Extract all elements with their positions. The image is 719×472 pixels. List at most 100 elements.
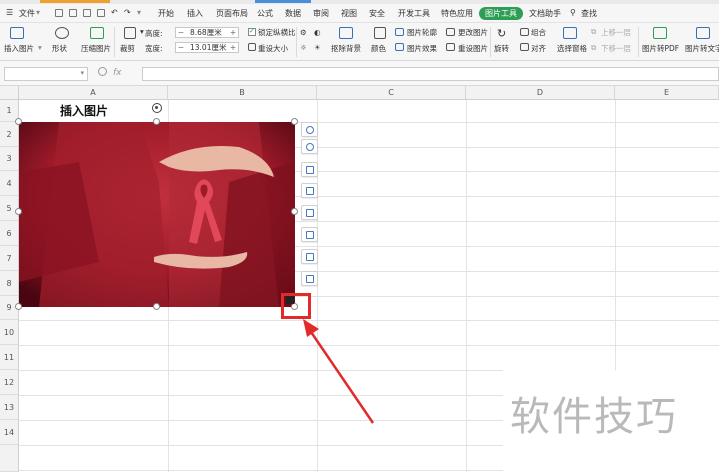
compress-button[interactable]: 压缩图片 [81,43,111,54]
effects-icon[interactable] [395,43,404,51]
height-value[interactable]: 8.68厘米 [190,28,222,38]
tab-page-layout[interactable]: 页面布局 [216,8,248,19]
resize-handle-top-right[interactable] [291,118,298,125]
doc-tab-marker-2[interactable] [255,0,311,3]
width-value[interactable]: 13.01厘米 [190,43,226,53]
lock-ratio-checkbox[interactable] [248,27,256,36]
print-icon[interactable] [83,9,91,17]
effects-button[interactable]: 图片效果 [407,43,437,54]
row-header-12[interactable]: 12 [0,370,19,395]
inserted-picture[interactable] [19,122,295,307]
tab-doc-assistant[interactable]: 文档助手 [529,8,561,19]
undo-icon[interactable]: ↶ [111,8,118,17]
outline-icon[interactable] [395,28,404,36]
chevron-down-icon[interactable]: ▾ [36,8,40,17]
width-field[interactable]: − 13.01厘米 + [175,42,239,53]
reset-picture-icon[interactable] [446,43,455,51]
tab-review[interactable]: 审阅 [313,8,329,19]
tab-special[interactable]: 特色应用 [441,8,473,19]
hamburger-icon[interactable]: ☰ [6,8,13,17]
crop-icon[interactable] [124,27,136,39]
fill-handle-icon[interactable] [286,296,294,304]
fx-icon[interactable]: fx [113,68,122,78]
group-button[interactable]: 组合 [531,27,546,38]
selection-pane-button[interactable]: 选择窗格 [557,43,587,54]
to-text-icon[interactable] [696,27,710,39]
resize-handle-bottom[interactable] [153,303,160,310]
insert-picture-icon[interactable] [10,27,24,39]
row-header-11[interactable]: 11 [0,345,19,370]
column-header-a[interactable]: A [19,86,168,100]
shape-icon[interactable] [55,27,69,39]
chevron-down-icon[interactable]: ▾ [38,43,42,52]
tab-home[interactable]: 开始 [158,8,174,19]
align-icon[interactable] [520,43,529,51]
reset-size-button[interactable]: 重设大小 [258,43,288,54]
resize-handle-bottom-left[interactable] [15,303,22,310]
select-all-corner[interactable] [0,86,19,100]
change-picture-button[interactable]: 更改图片 [458,27,488,38]
chevron-down-icon[interactable]: ▾ [80,69,84,77]
search-label[interactable]: 查找 [581,8,597,19]
bring-forward-button[interactable]: 上移一层 [601,27,631,38]
group-icon[interactable] [520,28,529,36]
preview-icon[interactable] [97,9,105,17]
column-header-e[interactable]: E [615,86,719,100]
tab-picture-tools[interactable]: 图片工具 [479,7,523,20]
change-picture-icon[interactable] [446,28,455,36]
remove-bg-icon[interactable] [339,27,353,39]
tab-formula[interactable]: 公式 [257,8,273,19]
to-pdf-button[interactable]: 图片转PDF [642,43,679,54]
menu-file[interactable]: 文件 [19,8,35,19]
tab-insert[interactable]: 插入 [187,8,203,19]
resize-handle-top[interactable] [153,118,160,125]
zoom-icon[interactable] [98,67,107,76]
rotate-icon[interactable]: ↻ [497,27,506,40]
crop-dropdown-icon[interactable]: ▾ [140,27,144,36]
shape-button[interactable]: 形状 [52,43,67,54]
insert-picture-button[interactable]: 插入图片 [4,43,34,54]
save-icon[interactable] [55,9,63,17]
column-header-d[interactable]: D [466,86,615,100]
remove-bg-quick-button[interactable] [301,162,318,177]
selection-pane-icon[interactable] [563,27,577,39]
width-increment[interactable]: + [228,43,238,53]
search-icon[interactable]: ⚲ [570,8,576,17]
column-header-b[interactable]: B [168,86,317,100]
row-header-14[interactable]: 14 [0,420,19,445]
reset-picture-button[interactable]: 重设图片 [458,43,488,54]
resize-handle-left[interactable] [15,208,22,215]
outline-button[interactable]: 图片轮廓 [407,27,437,38]
tab-developer[interactable]: 开发工具 [398,8,430,19]
formula-input[interactable] [142,67,719,81]
lock-ratio-label[interactable]: 锁定纵横比 [258,27,296,38]
bring-forward-icon[interactable]: ⧉ [591,27,596,37]
crop-quick-button[interactable] [301,183,318,198]
row-header-4[interactable]: 4 [0,171,19,196]
row-header-10[interactable]: 10 [0,320,19,345]
column-header-c[interactable]: C [317,86,466,100]
row-header-3[interactable]: 3 [0,147,19,171]
zoom-picture-button[interactable] [301,139,318,154]
to-pdf-icon[interactable] [653,27,667,39]
adjust-icon[interactable]: ⚙ [300,28,307,37]
align-button[interactable]: 对齐 [531,43,546,54]
layout-quick-button[interactable] [301,205,318,220]
copy-quick-button[interactable] [301,227,318,242]
collapse-toolbar-button[interactable] [301,122,318,137]
reset-size-icon[interactable] [248,43,256,51]
more-quick-button[interactable] [301,271,318,286]
color-icon[interactable] [374,27,386,39]
row-header-8[interactable]: 8 [0,271,19,296]
height-decrement[interactable]: − [176,28,186,38]
rotate-button[interactable]: 旋转 [494,43,509,54]
name-box[interactable]: ▾ [4,67,88,81]
cell-a1-title[interactable]: 插入图片 [60,102,108,119]
tab-data[interactable]: 数据 [285,8,301,19]
customize-icon[interactable]: ▾ [137,8,141,17]
row-header-13[interactable]: 13 [0,395,19,420]
width-decrement[interactable]: − [176,43,186,53]
row-header-6[interactable]: 6 [0,221,19,246]
text-extract-quick-button[interactable] [301,249,318,264]
crop-button[interactable]: 裁剪 [120,43,135,54]
